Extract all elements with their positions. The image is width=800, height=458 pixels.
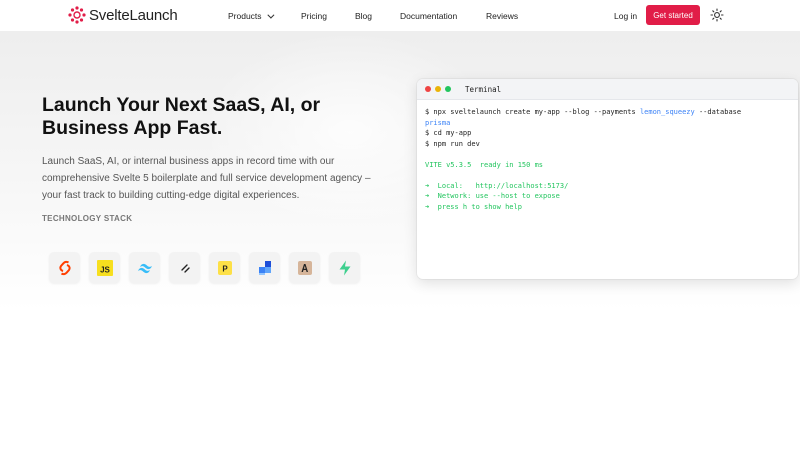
rocket-logo-icon [68, 6, 86, 24]
svelte-icon [49, 252, 80, 283]
javascript-icon: JS [89, 252, 120, 283]
terminal-window: Terminal $ npx sveltelaunch create my-ap… [417, 79, 798, 279]
hero-title: Launch Your Next SaaS, AI, or Business A… [42, 94, 382, 140]
nav-products[interactable]: Products [228, 10, 274, 21]
terminal-line: $ npx sveltelaunch create my-app --blog … [425, 107, 790, 118]
close-dot-icon [425, 86, 431, 92]
terminal-line: ➜ Network: use --host to expose [425, 192, 560, 200]
docker-blocks-icon [249, 252, 280, 283]
terminal-line: ➜ press h to show help [425, 202, 522, 211]
nav-products-label: Products [228, 10, 262, 21]
svg-text:P: P [222, 264, 228, 273]
terminal-gap [425, 170, 790, 181]
terminal-body: $ npx sveltelaunch create my-app --blog … [417, 100, 798, 219]
terminal-titlebar: Terminal [417, 79, 798, 100]
terminal-text: $ npx sveltelaunch create my-app --blog … [425, 108, 640, 116]
nav-reviews[interactable]: Reviews [486, 11, 518, 21]
site-header: SvelteLaunch Products Pricing Blog Docum… [0, 0, 800, 31]
terminal-line: VITE v5.3.5 ready in 150 ms [425, 160, 544, 169]
hero-description: Launch SaaS, AI, or internal business ap… [42, 156, 371, 201]
hero-title-line1: Launch Your Next SaaS, AI, or [42, 94, 321, 116]
supabase-icon [329, 252, 360, 283]
shadcn-icon [169, 252, 200, 283]
terminal-gap [425, 149, 790, 160]
login-link[interactable]: Log in [614, 11, 637, 21]
terminal-line: prisma [425, 118, 451, 127]
maximize-dot-icon [445, 86, 451, 92]
nav-documentation[interactable]: Documentation [400, 11, 457, 21]
nav-pricing[interactable]: Pricing [301, 11, 327, 21]
terminal-line: $ cd my-app [425, 129, 472, 137]
minimize-dot-icon [435, 86, 441, 92]
svg-text:JS: JS [100, 265, 110, 274]
brand-name: SvelteLaunch [89, 6, 178, 24]
tech-stack-list: JS P [49, 252, 369, 283]
tailwind-icon [129, 252, 160, 283]
brand-logo[interactable]: SvelteLaunch [67, 5, 178, 25]
terminal-line: ➜ Local: http://localhost:5173/ [425, 181, 569, 190]
terminal-line: $ npm run dev [425, 139, 480, 148]
sun-icon[interactable] [710, 8, 724, 22]
terminal-text: --database [694, 108, 742, 116]
paddle-icon: P [209, 252, 240, 283]
nav-blog[interactable]: Blog [355, 11, 372, 21]
chevron-down-icon [266, 11, 274, 19]
hero-title-line2: Business App Fast. [42, 117, 223, 139]
terminal-highlight: lemon_squeezy [639, 108, 695, 116]
anthropic-icon [289, 252, 320, 283]
terminal-title: Terminal [465, 84, 502, 94]
get-started-button[interactable]: Get started [646, 5, 700, 25]
tech-stack-label: TECHNOLOGY STACK [42, 214, 133, 223]
